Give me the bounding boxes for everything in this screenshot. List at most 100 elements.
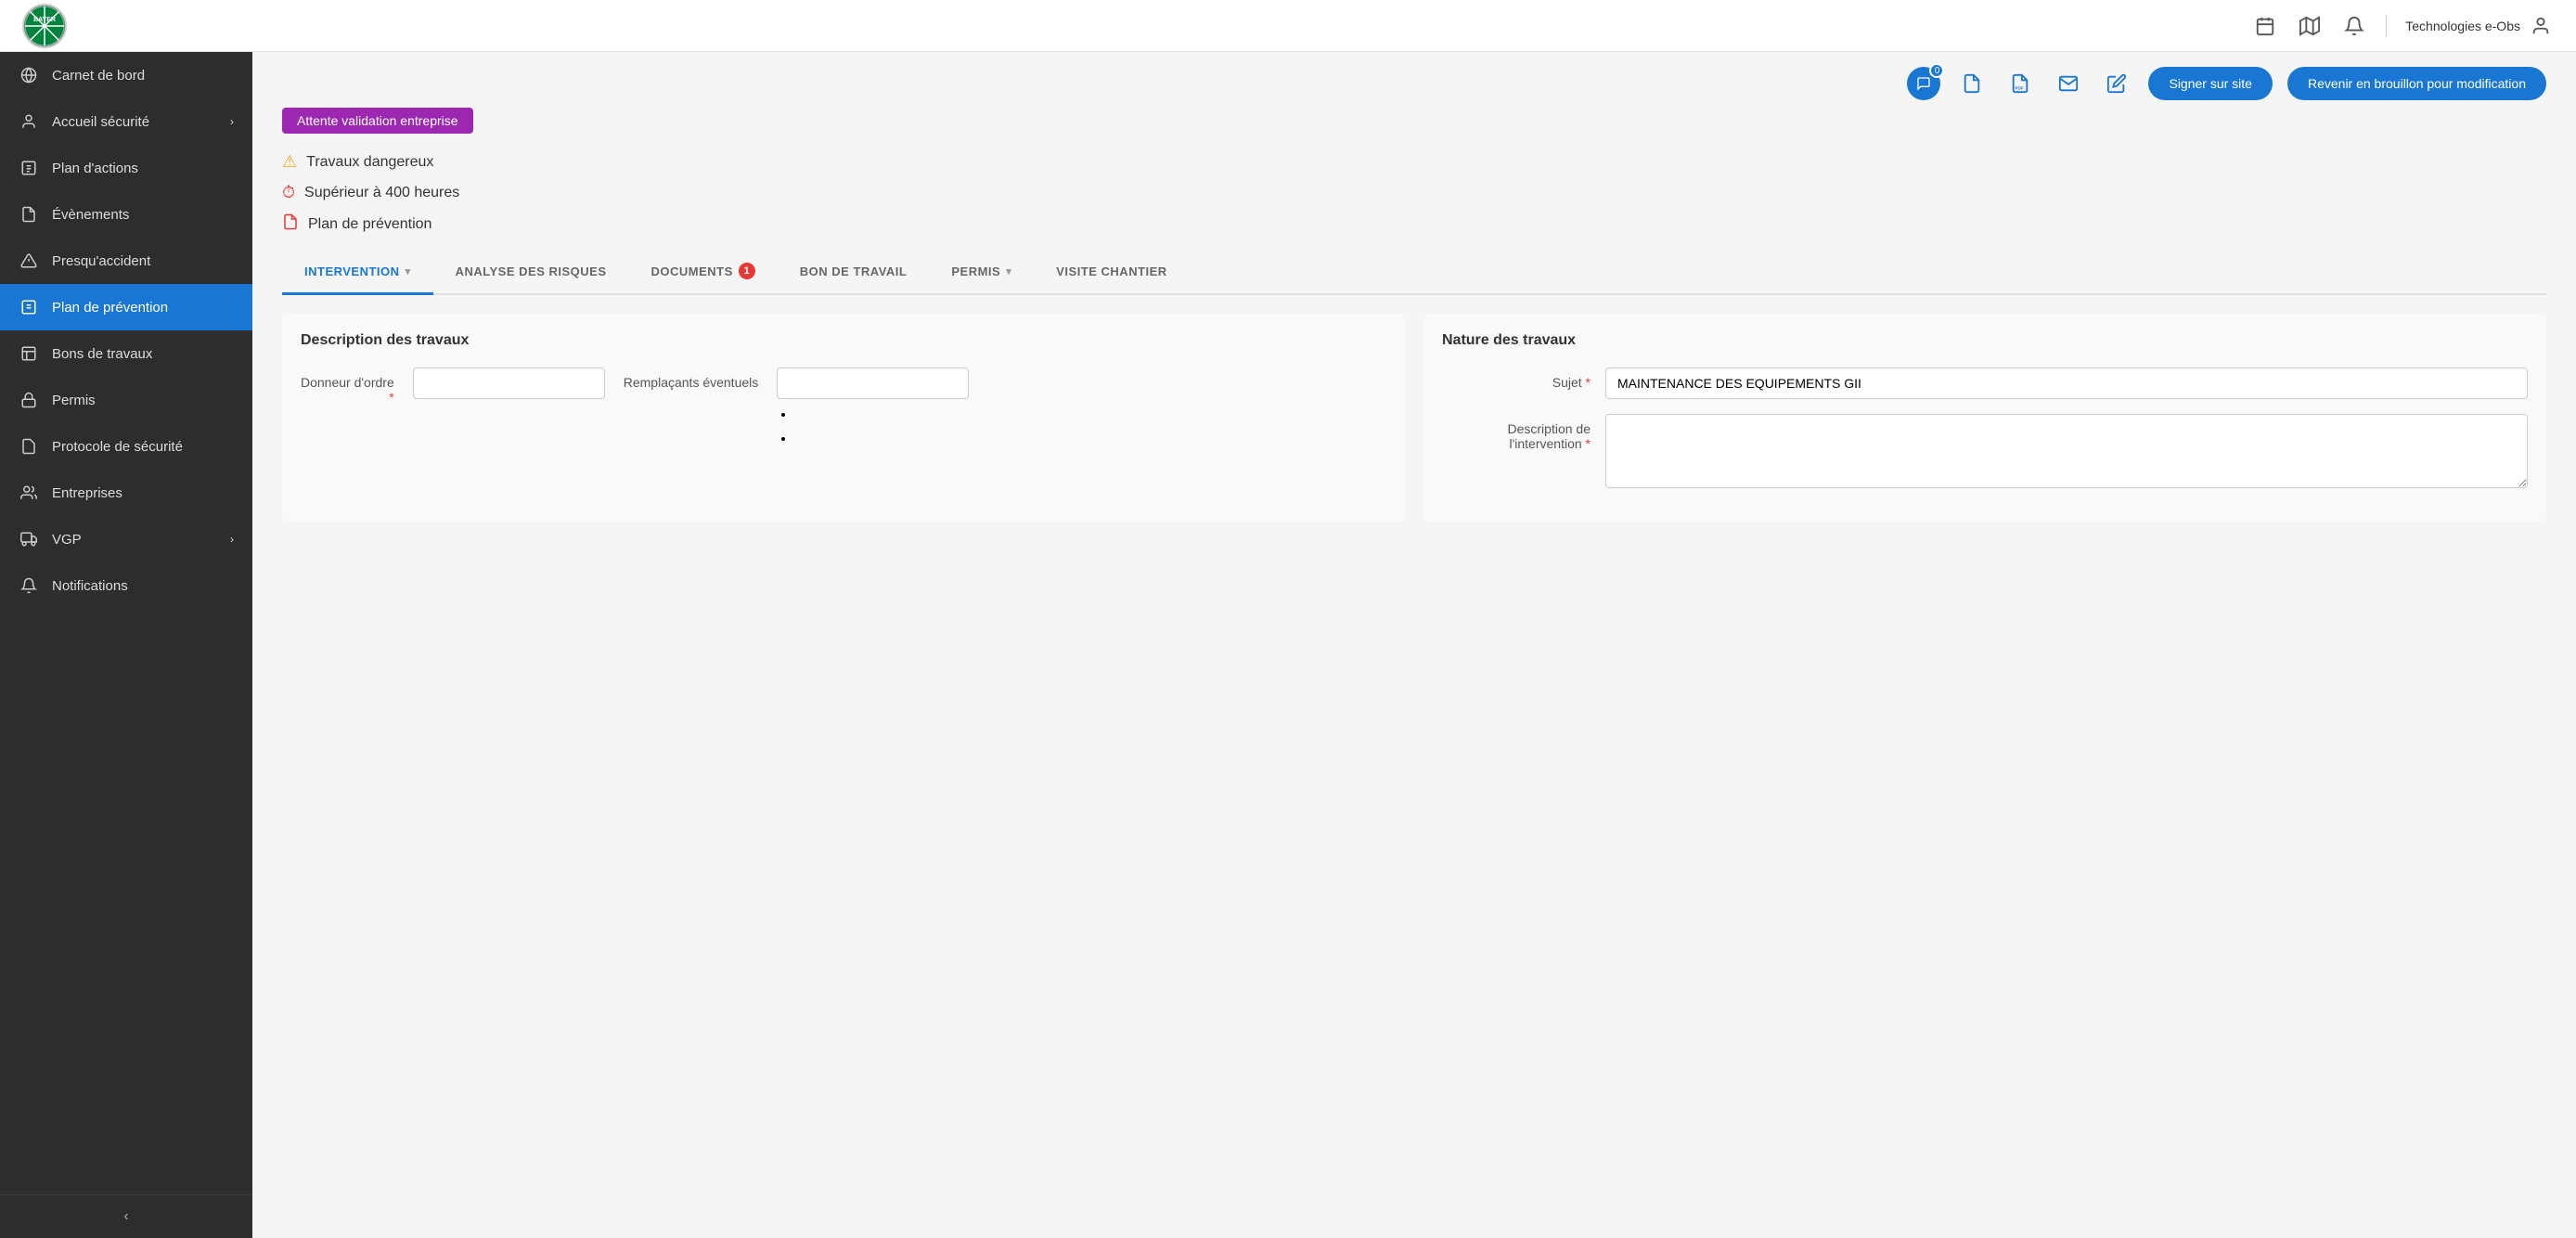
tab-label-bon-travail: BON DE TRAVAIL (800, 264, 908, 278)
sidebar-label-plan-actions: Plan d'actions (52, 161, 234, 176)
tab-intervention[interactable]: INTERVENTION▾ (282, 250, 433, 295)
warning-icon: ⚠ (282, 152, 297, 172)
sidebar-label-vgp: VGP (52, 532, 217, 548)
alert-superieur-label: Supérieur à 400 heures (304, 185, 459, 201)
alert-plan-prevention: Plan de prévention (282, 213, 2546, 235)
chat-button[interactable]: 0 (1907, 67, 1940, 100)
sidebar-label-entreprises: Entreprises (52, 485, 234, 501)
main-content: 0 PDF Signer sur site Revenir en brouill… (252, 52, 2576, 1238)
tabs-bar: INTERVENTION▾ANALYSE DES RISQUESDOCUMENT… (282, 250, 2546, 295)
protocole-icon (19, 436, 39, 457)
permis-icon (19, 390, 39, 410)
tab-visite-chantier[interactable]: VISITE CHANTIER (1034, 250, 1189, 295)
calendar-icon[interactable] (2252, 13, 2278, 39)
bell-icon[interactable] (2341, 13, 2367, 39)
sidebar-item-permis[interactable]: Permis (0, 377, 252, 423)
sidebar-item-entreprises[interactable]: Entreprises (0, 470, 252, 516)
svg-text:PDF: PDF (2016, 85, 2024, 90)
action-icons-group: 0 PDF (1907, 67, 2133, 100)
pdf-alert-icon (282, 213, 299, 235)
main-body: Attente validation entreprise ⚠ Travaux … (252, 108, 2576, 522)
remplacants-input[interactable] (777, 368, 969, 399)
bons-travaux-icon (19, 343, 39, 364)
email-icon-btn[interactable] (2052, 67, 2085, 100)
plan-prevention-icon (19, 297, 39, 317)
sidebar-item-carnet[interactable]: Carnet de bord (0, 52, 252, 98)
status-badge: Attente validation entreprise (282, 108, 473, 134)
sidebar: Carnet de bord Accueil sécurité › Plan d… (0, 52, 252, 1238)
sidebar-item-notifications[interactable]: Notifications (0, 562, 252, 609)
alert-travaux-dangereux: ⚠ Travaux dangereux (282, 152, 2546, 172)
sidebar-label-protocole: Protocole de sécurité (52, 439, 234, 455)
sidebar-label-bons-travaux: Bons de travaux (52, 346, 234, 362)
nature-travaux-section: Nature des travaux Sujet * Description d… (1423, 314, 2546, 522)
revenir-brouillon-button[interactable]: Revenir en brouillon pour modification (2287, 67, 2546, 100)
user-info: Technologies e-Obs (2405, 13, 2554, 39)
description-textarea[interactable] (1605, 414, 2528, 488)
sidebar-label-evenements: Évènements (52, 207, 234, 223)
presquaccident-icon (19, 251, 39, 271)
divider (2386, 15, 2387, 37)
bayer-logo: BAYER (22, 4, 67, 48)
tab-documents[interactable]: DOCUMENTS1 (629, 250, 778, 295)
chat-badge: 0 (1929, 63, 1944, 78)
description-label: Description de l'intervention * (1442, 414, 1591, 451)
sidebar-item-evenements[interactable]: Évènements (0, 191, 252, 238)
app-body: Carnet de bord Accueil sécurité › Plan d… (0, 52, 2576, 1238)
sidebar-label-accueil: Accueil sécurité (52, 114, 217, 130)
svg-text:BAYER: BAYER (33, 17, 56, 23)
user-icon[interactable] (2528, 13, 2554, 39)
sidebar-collapse-button[interactable]: ‹ (0, 1194, 252, 1238)
alert-plan-label: Plan de prévention (308, 216, 431, 233)
sidebar-item-bons-travaux[interactable]: Bons de travaux (0, 330, 252, 377)
alert-travaux-label: Travaux dangereux (306, 154, 433, 171)
tab-label-visite-chantier: VISITE CHANTIER (1056, 264, 1166, 278)
tab-analyse-risques[interactable]: ANALYSE DES RISQUES (433, 250, 629, 295)
sidebar-item-accueil[interactable]: Accueil sécurité › (0, 98, 252, 145)
sidebar-item-plan-prevention[interactable]: Plan de prévention (0, 284, 252, 330)
tab-label-intervention: INTERVENTION (304, 264, 400, 278)
signer-sur-site-button[interactable]: Signer sur site (2148, 67, 2272, 100)
tab-label-permis: PERMIS (951, 264, 1000, 278)
nature-section-title: Nature des travaux (1442, 332, 2528, 349)
notifications-icon (19, 575, 39, 596)
document-icon-btn[interactable] (1955, 67, 1989, 100)
evenements-icon (19, 204, 39, 225)
carnet-icon (19, 65, 39, 85)
description-travaux-section: Description des travaux Donneur d'ordre … (282, 314, 1405, 522)
tab-label-analyse-risques: ANALYSE DES RISQUES (456, 264, 607, 278)
description-section-title: Description des travaux (301, 332, 1386, 349)
sidebar-item-protocole[interactable]: Protocole de sécurité (0, 423, 252, 470)
tab-chevron-permis: ▾ (1006, 265, 1011, 277)
topbar: BAYER Technologies e-Obs (0, 0, 2576, 52)
chevron-left-icon: ‹ (123, 1208, 128, 1225)
sidebar-item-vgp[interactable]: VGP › (0, 516, 252, 562)
donneur-required: * (389, 390, 393, 405)
sujet-required: * (1586, 375, 1591, 390)
tab-bon-travail[interactable]: BON DE TRAVAIL (778, 250, 930, 295)
content-below-tabs: Description des travaux Donneur d'ordre … (282, 295, 2546, 522)
remplacants-label: Remplaçants éventuels (624, 368, 759, 390)
sidebar-item-presquaccident[interactable]: Presqu'accident (0, 238, 252, 284)
description-required: * (1586, 436, 1591, 451)
sidebar-label-plan-prevention: Plan de prévention (52, 300, 234, 316)
edit-icon-btn[interactable] (2100, 67, 2133, 100)
tab-permis[interactable]: PERMIS ▾ (929, 250, 1034, 295)
pdf-icon-btn[interactable]: PDF (2003, 67, 2037, 100)
alert-list: ⚠ Travaux dangereux ⏱ Supérieur à 400 he… (282, 152, 2546, 235)
action-bar: 0 PDF Signer sur site Revenir en brouill… (252, 52, 2576, 108)
donneur-input[interactable] (413, 368, 605, 399)
sujet-label: Sujet * (1442, 368, 1591, 390)
user-label: Technologies e-Obs (2405, 19, 2520, 33)
sidebar-item-plan-actions[interactable]: Plan d'actions (0, 145, 252, 191)
sidebar-label-notifications: Notifications (52, 578, 234, 594)
chevron-icon: › (230, 533, 234, 546)
tab-badge-documents: 1 (739, 263, 755, 279)
donneur-row: Donneur d'ordre * Remplaçants éventuels (301, 368, 1386, 455)
map-icon[interactable] (2297, 13, 2323, 39)
clock-icon: ⏱ (282, 183, 295, 202)
sidebar-label-carnet: Carnet de bord (52, 68, 234, 84)
sujet-input[interactable] (1605, 368, 2528, 399)
sidebar-label-permis: Permis (52, 393, 234, 408)
sujet-row: Sujet * (1442, 368, 2528, 399)
